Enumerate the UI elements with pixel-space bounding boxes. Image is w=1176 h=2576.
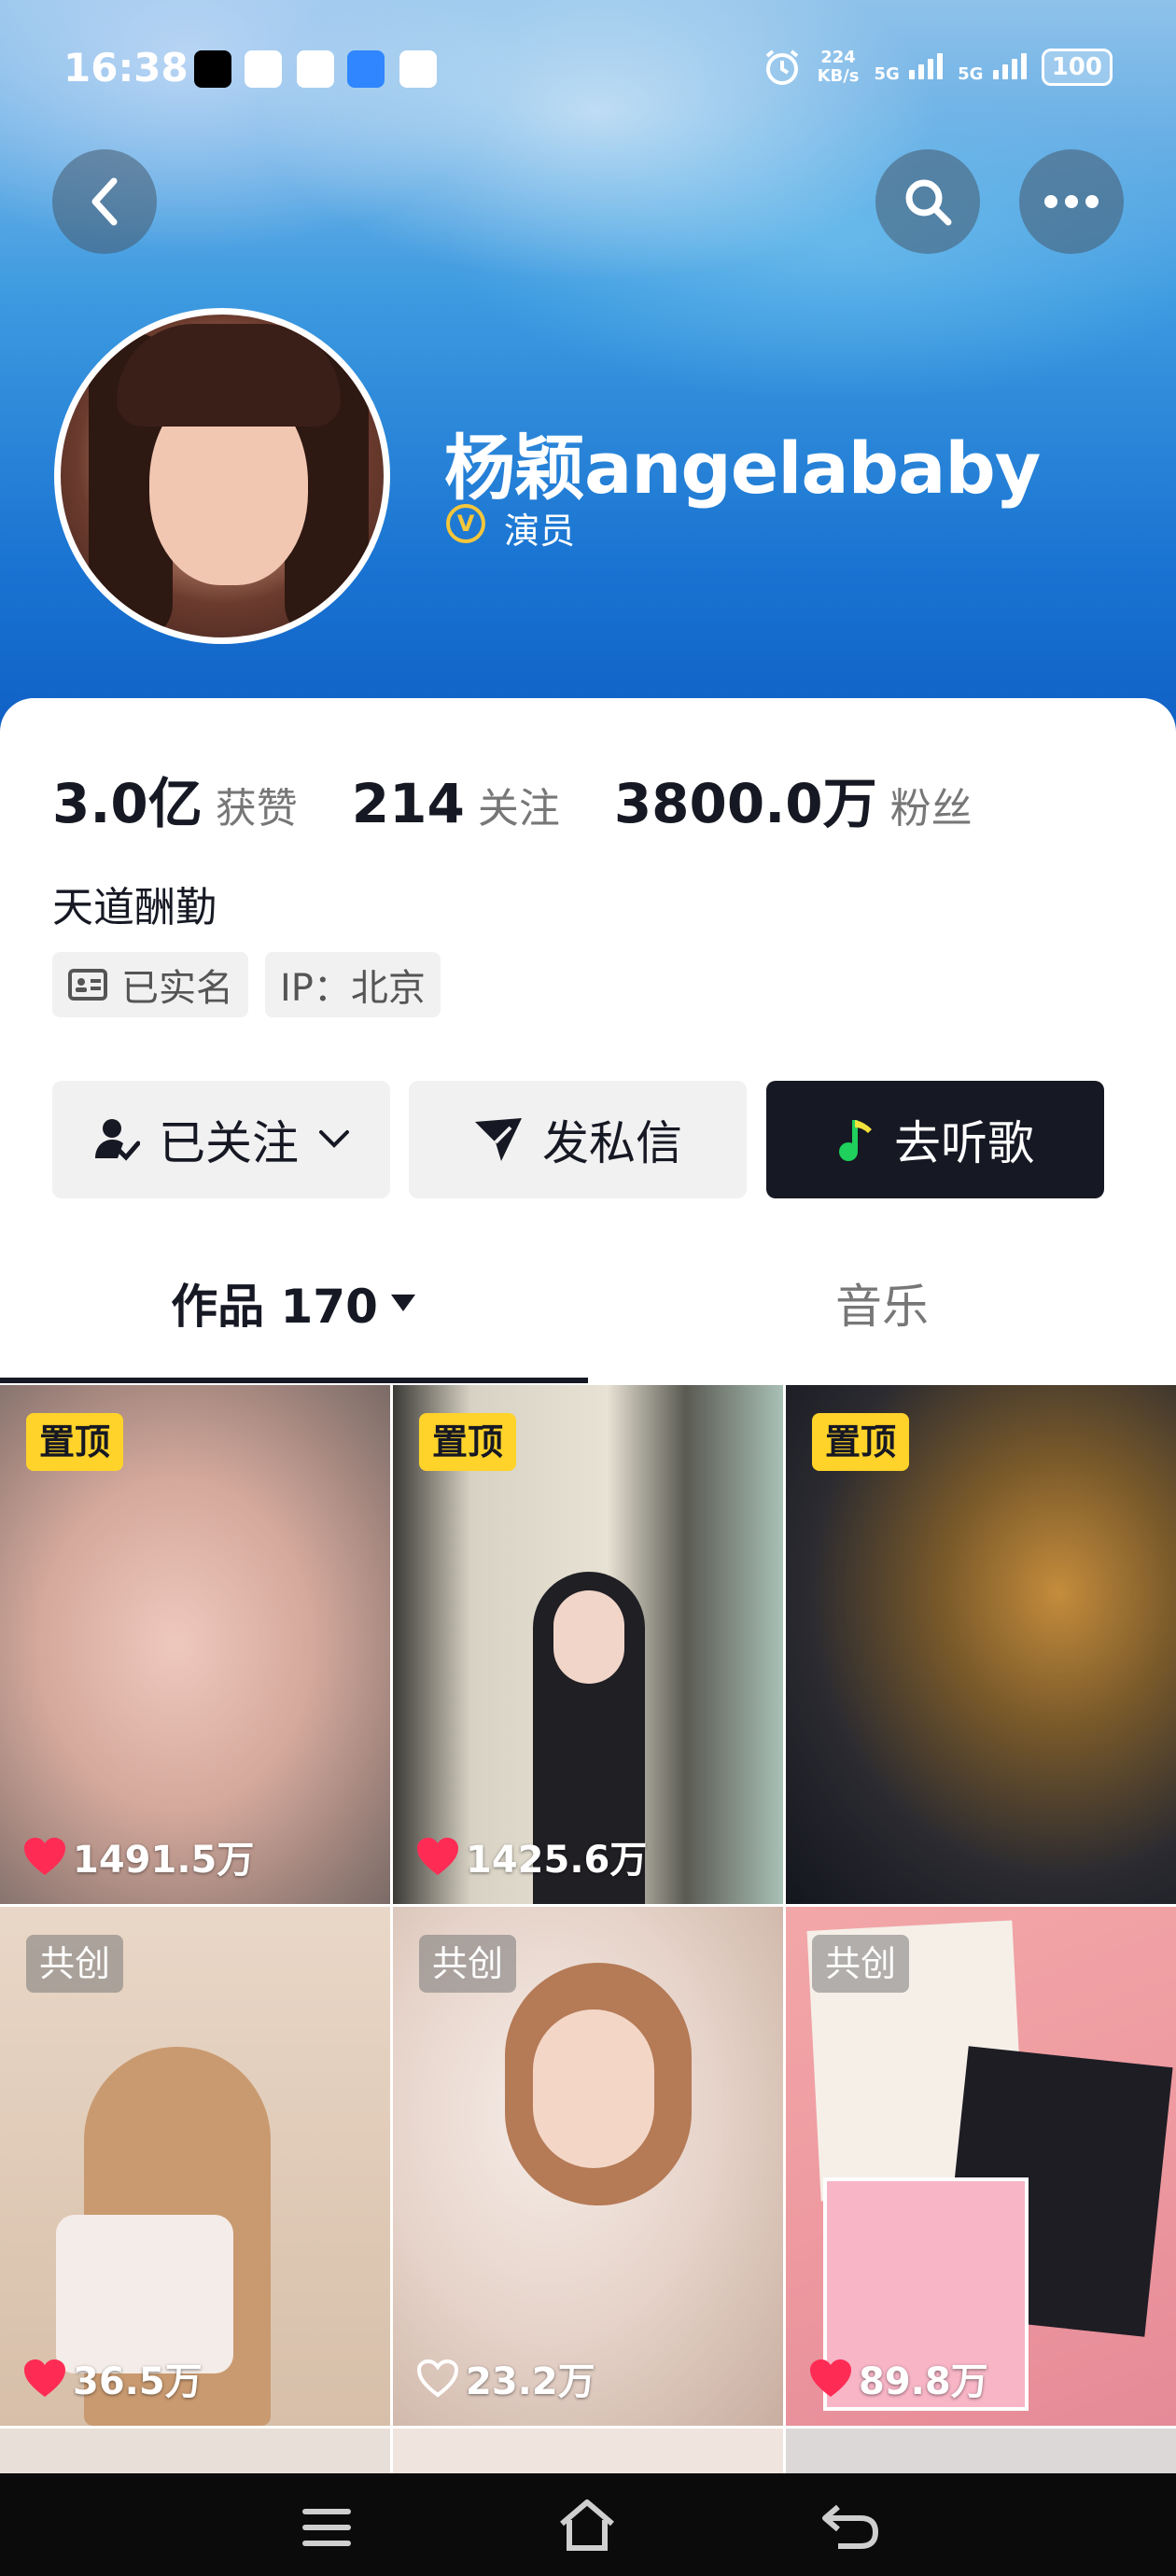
profile-name: 杨颖angelababy xyxy=(444,427,1041,510)
like-count: 1425.6万 xyxy=(415,1829,647,1883)
followers-label: 粉丝 xyxy=(889,785,973,833)
heart-icon xyxy=(24,2359,65,2397)
app-icon xyxy=(297,50,334,88)
heart-icon xyxy=(24,1838,65,1875)
back-icon xyxy=(91,177,118,226)
profile-header: 16:38 224 KB/s 5G 5G 100 杨颖angelababy V … xyxy=(0,0,1176,747)
following-label: 关注 xyxy=(477,785,560,833)
caret-down-icon xyxy=(390,1295,415,1311)
avatar[interactable] xyxy=(54,308,390,644)
video-tile[interactable]: 置顶 1425.6万 xyxy=(393,1385,783,1904)
id-card-icon xyxy=(68,969,107,1001)
message-button[interactable]: 发私信 xyxy=(409,1081,747,1198)
follow-button[interactable]: 已关注 xyxy=(52,1081,390,1198)
app-icon-tie xyxy=(399,50,437,88)
system-nav-bar xyxy=(0,2473,1176,2576)
signal-bars-icon xyxy=(909,51,944,79)
signal-bars-icon xyxy=(992,51,1027,79)
profile-bio: 天道酬勤 xyxy=(52,884,217,931)
home-icon[interactable] xyxy=(556,2498,618,2552)
content-tabs: 作品 170 音乐 xyxy=(0,1221,1176,1385)
battery-indicator: 100 xyxy=(1041,49,1113,86)
video-tile[interactable]: 共创 36.5万 xyxy=(0,1907,390,2426)
co-creation-tag: 共创 xyxy=(26,1935,124,1993)
return-icon[interactable] xyxy=(819,2501,881,2550)
menu-icon[interactable] xyxy=(301,2507,353,2548)
capcut-icon xyxy=(194,50,231,88)
net-speed: 224 KB/s xyxy=(817,48,860,86)
like-count: 23.2万 xyxy=(415,2351,595,2405)
chevron-down-icon xyxy=(319,1130,349,1148)
tab-works[interactable]: 作品 170 xyxy=(0,1221,588,1385)
signal-sim1: 5G xyxy=(875,51,944,84)
ip-location-chip: IP：北京 xyxy=(265,952,441,1017)
status-indicators: 224 KB/s 5G 5G 100 xyxy=(762,47,1113,88)
likes-label: 获赞 xyxy=(215,785,298,833)
more-icon xyxy=(1044,195,1099,208)
following-count[interactable]: 214 xyxy=(352,772,465,835)
video-tile[interactable]: 置顶 xyxy=(786,1385,1176,1904)
profile-page: { "status_bar": { "time": "16:38", "net_… xyxy=(0,0,1176,2576)
signal-sim2: 5G xyxy=(958,51,1027,84)
heart-icon xyxy=(810,2359,851,2397)
back-button[interactable] xyxy=(52,149,157,254)
heart-icon xyxy=(417,1838,458,1875)
co-creation-tag: 共创 xyxy=(419,1935,517,1993)
video-tile[interactable]: 置顶 1491.5万 xyxy=(0,1385,390,1904)
co-creation-tag: 共创 xyxy=(812,1935,910,1993)
followers-count[interactable]: 3800.0万 xyxy=(614,760,877,838)
pinned-tag: 置顶 xyxy=(26,1413,124,1471)
listen-music-button[interactable]: 去听歌 xyxy=(766,1081,1104,1198)
status-time: 16:38 xyxy=(63,45,189,91)
music-note-icon xyxy=(839,1120,872,1161)
video-tile[interactable]: 共创 89.8万 xyxy=(786,1907,1176,2426)
pinned-tag: 置顶 xyxy=(419,1413,517,1471)
likes-count[interactable]: 3.0亿 xyxy=(52,760,203,838)
profile-title: 演员 xyxy=(504,511,576,552)
more-button[interactable] xyxy=(1019,149,1124,254)
search-button[interactable] xyxy=(875,149,980,254)
app-icon-blue xyxy=(347,50,385,88)
like-count: 1491.5万 xyxy=(22,1829,254,1883)
tab-music[interactable]: 音乐 xyxy=(588,1221,1176,1385)
like-count: 89.8万 xyxy=(808,2351,988,2405)
person-check-icon xyxy=(95,1119,140,1161)
heart-outline-icon xyxy=(416,2359,459,2398)
baidu-icon xyxy=(245,50,282,88)
send-icon xyxy=(475,1118,522,1161)
video-tile[interactable]: 共创 23.2万 xyxy=(393,1907,783,2426)
search-icon xyxy=(905,179,952,226)
verified-badge-icon: V xyxy=(446,504,485,543)
active-tab-indicator xyxy=(0,1378,588,1383)
like-count: 36.5万 xyxy=(22,2351,203,2405)
realname-chip: 已实名 xyxy=(52,952,248,1017)
profile-stats: 3.0亿 获赞 214 关注 3800.0万 粉丝 xyxy=(52,760,1027,838)
pinned-tag: 置顶 xyxy=(812,1413,910,1471)
alarm-icon xyxy=(765,49,798,85)
